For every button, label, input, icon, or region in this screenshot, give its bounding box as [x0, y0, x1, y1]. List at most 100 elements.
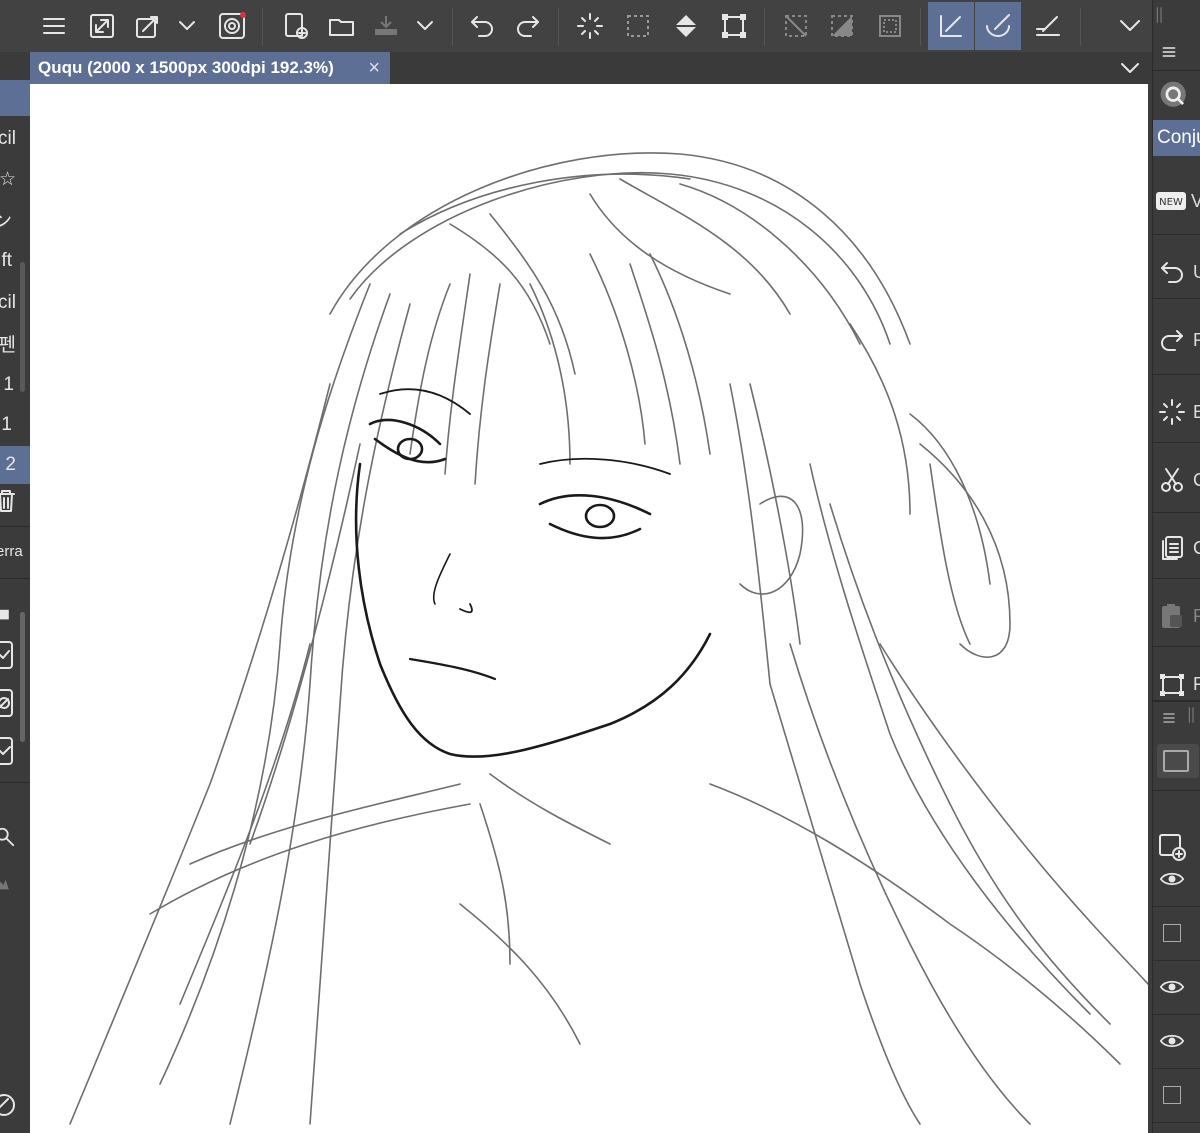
- blend-icon[interactable]: [975, 2, 1021, 50]
- menu-icon[interactable]: [1161, 710, 1177, 726]
- deselect-icon[interactable]: [618, 6, 658, 46]
- brush-label: cil: [0, 128, 16, 149]
- new-file-icon[interactable]: [276, 6, 316, 46]
- paste-icon: [1162, 604, 1182, 628]
- document-tabbar: Ququ (2000 x 1500px 300dpi 192.3%) ×: [30, 52, 1152, 84]
- hide-selection-icon[interactable]: [776, 6, 816, 46]
- brush-list-item[interactable]: 1: [0, 368, 30, 402]
- chevron-down-icon[interactable]: [170, 6, 204, 46]
- transform-icon[interactable]: [128, 6, 168, 46]
- layer-row[interactable]: [1153, 1068, 1200, 1123]
- brush-list-item[interactable]: cil: [0, 122, 30, 156]
- brush-list-item[interactable]: ☆: [0, 162, 30, 196]
- main-toolbar: [0, 0, 1152, 53]
- brush-list-item[interactable]: cil: [0, 286, 30, 320]
- menu-item-label: F: [1193, 674, 1200, 695]
- close-icon[interactable]: ×: [368, 57, 380, 80]
- menu-item-label: V: [1191, 191, 1200, 212]
- copy-icon: [1162, 536, 1183, 560]
- select-all-icon: [1159, 399, 1185, 425]
- menu-item-cut[interactable]: C: [1153, 460, 1200, 500]
- invert-selection-icon[interactable]: [822, 6, 862, 46]
- search-icon[interactable]: [1153, 76, 1200, 116]
- menu-item-label: E: [1193, 402, 1200, 423]
- brush-list-item[interactable]: ft: [0, 244, 30, 278]
- resize-icon[interactable]: [82, 6, 122, 46]
- select-all-icon[interactable]: [570, 6, 610, 46]
- document-tab[interactable]: Ququ (2000 x 1500px 300dpi 192.3%) ×: [30, 52, 390, 84]
- drag-handle-icon[interactable]: [1155, 4, 1167, 26]
- menu-item-undo[interactable]: U: [1153, 252, 1200, 292]
- layer-row[interactable]: [1153, 960, 1200, 1015]
- mask-icon[interactable]: [0, 686, 30, 720]
- brush-list-item[interactable]: ン: [0, 202, 30, 236]
- brush-label: 1: [3, 374, 14, 395]
- layer-icon[interactable]: [0, 596, 30, 630]
- brush-label: ン: [0, 206, 12, 233]
- eraser-label[interactable]: erra: [0, 534, 30, 568]
- scrollbar[interactable]: [20, 262, 25, 392]
- brush-label: 2: [5, 454, 16, 475]
- brush-list-item-selected[interactable]: 2: [0, 446, 30, 484]
- pen-pressure-icon[interactable]: [928, 2, 974, 50]
- menu-item-label: R: [1193, 330, 1200, 351]
- layer-row[interactable]: [1153, 906, 1200, 961]
- undo-icon[interactable]: [462, 6, 502, 46]
- canvas-transform-icon[interactable]: [714, 6, 754, 46]
- spiral-icon[interactable]: [212, 6, 252, 46]
- eye-icon[interactable]: [1159, 870, 1185, 888]
- save-icon[interactable]: [366, 6, 406, 46]
- menu-icon[interactable]: [34, 6, 74, 46]
- ruler-pen-icon[interactable]: [1028, 6, 1068, 46]
- transform-icon: [1160, 674, 1184, 696]
- menu-item-label: P: [1193, 606, 1200, 627]
- menu-item-label: U: [1193, 262, 1200, 283]
- menu-item-transform[interactable]: F: [1153, 664, 1200, 704]
- open-folder-icon[interactable]: [322, 6, 362, 46]
- visibility-checkbox[interactable]: [1163, 924, 1181, 942]
- menu-item-paste[interactable]: P: [1153, 596, 1200, 636]
- visibility-checkbox[interactable]: [1163, 1086, 1181, 1104]
- menu-item-label: C: [1193, 470, 1200, 491]
- brush-list-item[interactable]: 펜: [0, 326, 30, 360]
- news-item[interactable]: NEW V: [1153, 176, 1200, 226]
- scrollbar[interactable]: [20, 612, 25, 742]
- layer-row[interactable]: [1153, 852, 1200, 907]
- menu-item-redo[interactable]: R: [1153, 320, 1200, 360]
- redo-icon[interactable]: [508, 6, 548, 46]
- chevron-down-icon[interactable]: [408, 6, 442, 46]
- check-icon[interactable]: [0, 734, 30, 768]
- menu-icon[interactable]: [1161, 44, 1177, 60]
- chevron-down-icon[interactable]: [1118, 56, 1142, 80]
- drawing-canvas[interactable]: [30, 84, 1148, 1133]
- scissors-icon: [1161, 468, 1183, 492]
- navigator-icon[interactable]: [0, 1088, 30, 1122]
- fill-icon[interactable]: [666, 6, 706, 46]
- command-search-tab[interactable]: Conju: [1153, 120, 1200, 156]
- sketch-artwork: [69, 152, 1148, 1125]
- brush-label: 1: [1, 414, 12, 435]
- trash-icon[interactable]: [0, 484, 30, 518]
- checkbox-icon[interactable]: [0, 638, 30, 672]
- redo-icon: [1161, 330, 1183, 351]
- blend-mode-select[interactable]: [1157, 744, 1199, 778]
- new-badge-text: NEW: [1159, 197, 1183, 208]
- menu-item-copy[interactable]: C: [1153, 528, 1200, 568]
- selection-border-icon[interactable]: [870, 6, 910, 46]
- layer-row[interactable]: [1153, 1014, 1200, 1069]
- menu-item-select-all[interactable]: E: [1153, 392, 1200, 432]
- right-command-panel: Conju NEW V U R E C C P F: [1152, 0, 1200, 1133]
- left-tool-panel: cil ☆ ン ft cil 펜 1 1 2 erra: [0, 52, 31, 1133]
- zoom-icon[interactable]: [0, 820, 30, 854]
- brush-list-item[interactable]: 1: [0, 408, 30, 442]
- eraser-text: erra: [0, 542, 23, 560]
- eye-icon[interactable]: [1159, 1032, 1185, 1050]
- menu-item-label: C: [1193, 538, 1200, 559]
- undo-icon: [1161, 262, 1183, 283]
- chevron-down-icon[interactable]: [1110, 6, 1150, 46]
- new-badge-icon: NEW: [1156, 192, 1186, 210]
- eye-icon[interactable]: [1159, 978, 1185, 996]
- brush-label: 펜: [0, 334, 16, 356]
- drag-handle-icon[interactable]: [1187, 704, 1199, 726]
- fire-icon[interactable]: [0, 866, 30, 900]
